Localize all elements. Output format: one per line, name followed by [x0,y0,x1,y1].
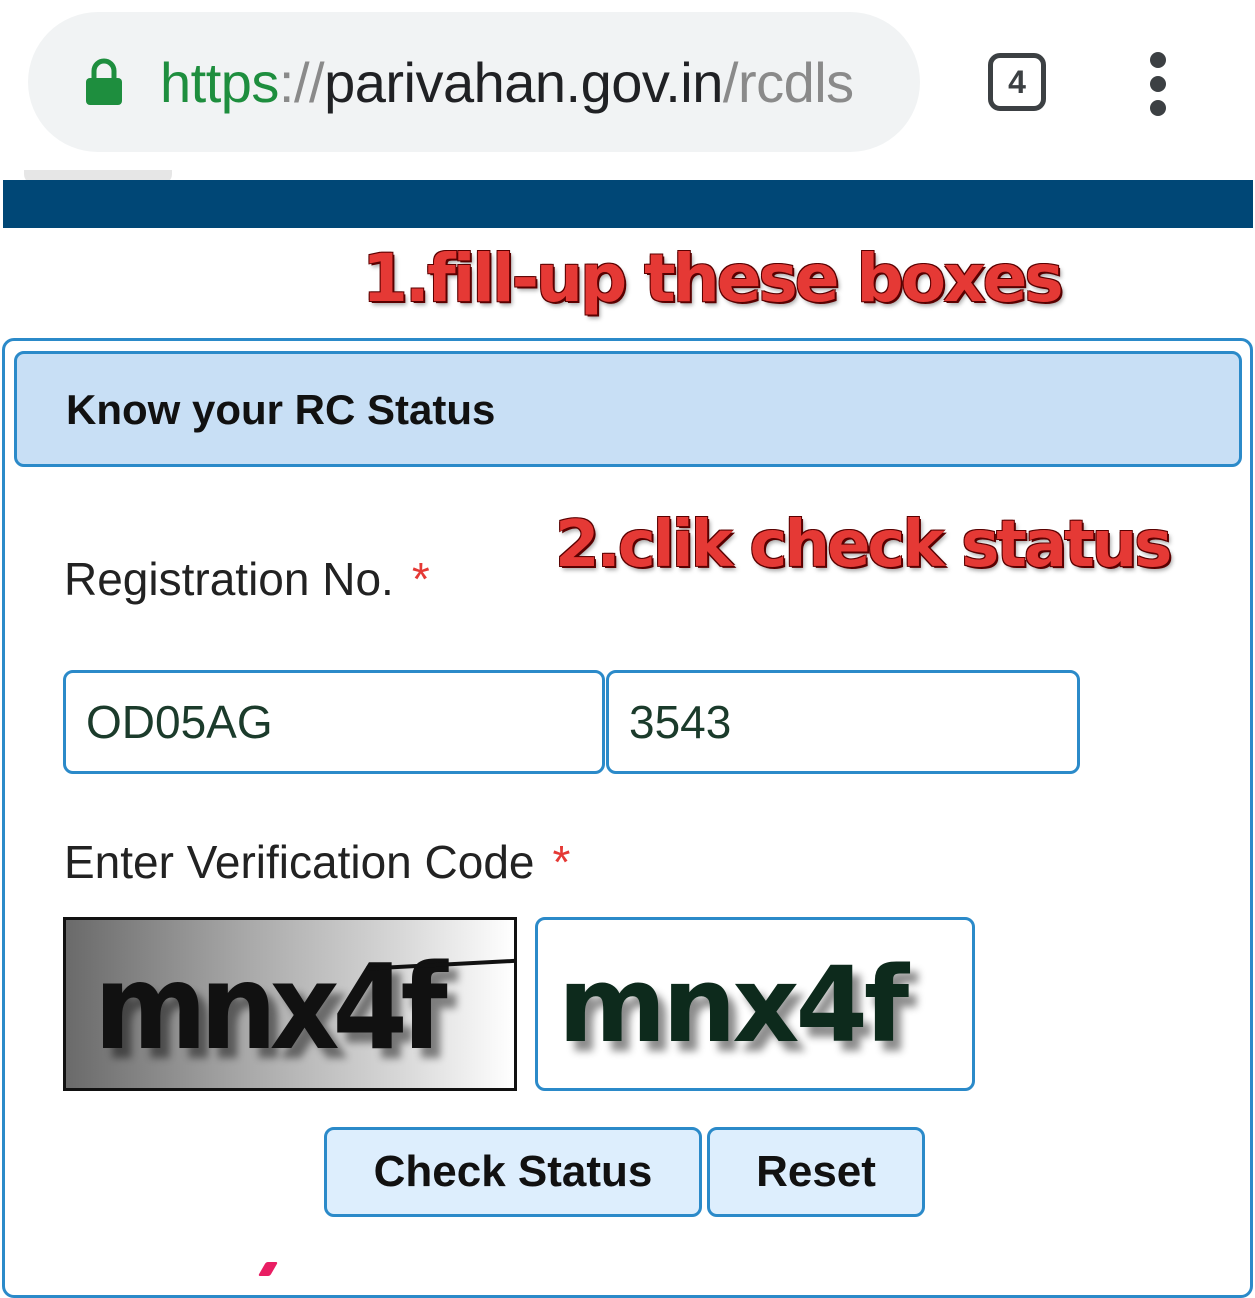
site-header-bar [3,180,1253,228]
url-host: parivahan.gov.in [324,51,723,114]
annotation-step-2: 2.clik check status [555,508,1172,582]
tab-count: 4 [1008,63,1026,100]
captcha-text: mnx4f [94,938,448,1076]
required-marker: * [411,553,430,605]
lock-icon [86,58,122,105]
registration-number-input[interactable]: 3543 [606,670,1080,774]
url-path: /rcdls [722,51,854,114]
registration-state-input[interactable]: OD05AG [63,670,605,774]
more-vert-icon[interactable] [1140,52,1176,116]
url-text[interactable]: https://parivahan.gov.in/rcdls [160,48,854,118]
annotation-step-1: 1.fill-up these boxes [362,240,1064,317]
verification-code-input[interactable]: mnx4f [535,917,975,1091]
tabs-button[interactable]: 4 [988,53,1046,111]
check-status-button[interactable]: Check Status [324,1127,702,1217]
captcha-image: mnx4f [63,917,517,1091]
required-marker: * [552,836,571,888]
url-separator: :// [278,51,325,114]
verification-label-text: Enter Verification Code [64,836,535,888]
verification-label: Enter Verification Code * [64,835,570,889]
browser-toolbar: https://parivahan.gov.in/rcdls 4 [0,0,1255,180]
registration-label-text: Registration No. [64,553,394,605]
verification-code-value: mnx4f [558,944,909,1066]
card-title: Know your RC Status [66,386,496,433]
url-scheme: https [160,51,279,114]
registration-label: Registration No. * [64,552,430,606]
reset-button[interactable]: Reset [707,1127,925,1217]
